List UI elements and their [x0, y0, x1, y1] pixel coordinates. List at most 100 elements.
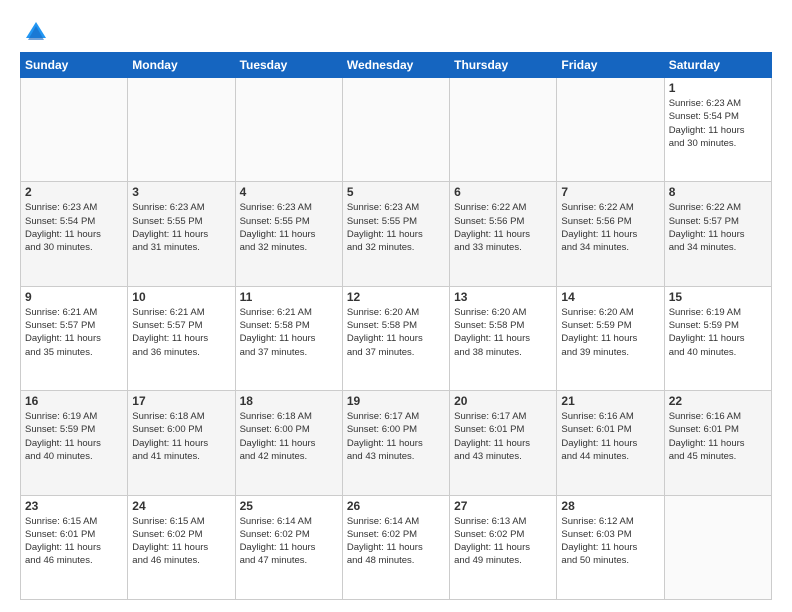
calendar-cell: 22 Sunrise: 6:16 AMSunset: 6:01 PMDayligh… — [664, 391, 771, 495]
calendar-table: SundayMondayTuesdayWednesdayThursdayFrid… — [20, 52, 772, 600]
calendar-cell: 3 Sunrise: 6:23 AMSunset: 5:55 PMDaylight… — [128, 182, 235, 286]
header — [20, 16, 772, 44]
calendar-cell: 4 Sunrise: 6:23 AMSunset: 5:55 PMDaylight… — [235, 182, 342, 286]
day-info: Sunrise: 6:14 AMSunset: 6:02 PMDaylight:… — [347, 515, 445, 568]
day-number: 13 — [454, 290, 552, 304]
day-info: Sunrise: 6:14 AMSunset: 6:02 PMDaylight:… — [240, 515, 338, 568]
day-info: Sunrise: 6:16 AMSunset: 6:01 PMDaylight:… — [561, 410, 659, 463]
day-info: Sunrise: 6:23 AMSunset: 5:55 PMDaylight:… — [240, 201, 338, 254]
calendar-week-2: 9 Sunrise: 6:21 AMSunset: 5:57 PMDaylight… — [21, 286, 772, 390]
day-info: Sunrise: 6:20 AMSunset: 5:58 PMDaylight:… — [454, 306, 552, 359]
calendar-cell: 15 Sunrise: 6:19 AMSunset: 5:59 PMDayligh… — [664, 286, 771, 390]
day-number: 16 — [25, 394, 123, 408]
calendar-header-tuesday: Tuesday — [235, 53, 342, 78]
day-number: 12 — [347, 290, 445, 304]
day-info: Sunrise: 6:20 AMSunset: 5:58 PMDaylight:… — [347, 306, 445, 359]
calendar-header-row: SundayMondayTuesdayWednesdayThursdayFrid… — [21, 53, 772, 78]
day-info: Sunrise: 6:23 AMSunset: 5:54 PMDaylight:… — [25, 201, 123, 254]
day-info: Sunrise: 6:21 AMSunset: 5:57 PMDaylight:… — [25, 306, 123, 359]
calendar-cell: 10 Sunrise: 6:21 AMSunset: 5:57 PMDayligh… — [128, 286, 235, 390]
calendar-cell: 23 Sunrise: 6:15 AMSunset: 6:01 PMDayligh… — [21, 495, 128, 599]
calendar-cell — [450, 78, 557, 182]
day-number: 4 — [240, 185, 338, 199]
day-info: Sunrise: 6:21 AMSunset: 5:57 PMDaylight:… — [132, 306, 230, 359]
day-number: 17 — [132, 394, 230, 408]
logo — [20, 16, 50, 44]
calendar-cell: 17 Sunrise: 6:18 AMSunset: 6:00 PMDayligh… — [128, 391, 235, 495]
day-info: Sunrise: 6:15 AMSunset: 6:02 PMDaylight:… — [132, 515, 230, 568]
day-number: 27 — [454, 499, 552, 513]
calendar-week-0: 1 Sunrise: 6:23 AMSunset: 5:54 PMDaylight… — [21, 78, 772, 182]
day-info: Sunrise: 6:20 AMSunset: 5:59 PMDaylight:… — [561, 306, 659, 359]
day-number: 25 — [240, 499, 338, 513]
day-number: 9 — [25, 290, 123, 304]
calendar-cell — [235, 78, 342, 182]
day-number: 5 — [347, 185, 445, 199]
calendar-cell: 11Sunrise: 6:21 AMSunset: 5:58 PMDayligh… — [235, 286, 342, 390]
page: SundayMondayTuesdayWednesdayThursdayFrid… — [0, 0, 792, 612]
day-info: Sunrise: 6:12 AMSunset: 6:03 PMDaylight:… — [561, 515, 659, 568]
calendar-cell: 7 Sunrise: 6:22 AMSunset: 5:56 PMDaylight… — [557, 182, 664, 286]
day-number: 21 — [561, 394, 659, 408]
day-info: Sunrise: 6:17 AMSunset: 6:01 PMDaylight:… — [454, 410, 552, 463]
logo-icon — [22, 16, 50, 44]
calendar-week-3: 16 Sunrise: 6:19 AMSunset: 5:59 PMDayligh… — [21, 391, 772, 495]
day-info: Sunrise: 6:22 AMSunset: 5:56 PMDaylight:… — [454, 201, 552, 254]
calendar-cell — [342, 78, 449, 182]
calendar-cell: 21 Sunrise: 6:16 AMSunset: 6:01 PMDayligh… — [557, 391, 664, 495]
day-number: 28 — [561, 499, 659, 513]
day-number: 22 — [669, 394, 767, 408]
day-number: 23 — [25, 499, 123, 513]
day-info: Sunrise: 6:17 AMSunset: 6:00 PMDaylight:… — [347, 410, 445, 463]
day-number: 11 — [240, 290, 338, 304]
day-info: Sunrise: 6:22 AMSunset: 5:56 PMDaylight:… — [561, 201, 659, 254]
day-info: Sunrise: 6:23 AMSunset: 5:55 PMDaylight:… — [132, 201, 230, 254]
day-info: Sunrise: 6:15 AMSunset: 6:01 PMDaylight:… — [25, 515, 123, 568]
calendar-header-friday: Friday — [557, 53, 664, 78]
calendar-cell: 12 Sunrise: 6:20 AMSunset: 5:58 PMDayligh… — [342, 286, 449, 390]
day-number: 15 — [669, 290, 767, 304]
day-number: 24 — [132, 499, 230, 513]
day-number: 19 — [347, 394, 445, 408]
calendar-week-1: 2 Sunrise: 6:23 AMSunset: 5:54 PMDaylight… — [21, 182, 772, 286]
day-info: Sunrise: 6:18 AMSunset: 6:00 PMDaylight:… — [240, 410, 338, 463]
day-info: Sunrise: 6:19 AMSunset: 5:59 PMDaylight:… — [25, 410, 123, 463]
calendar-cell: 2 Sunrise: 6:23 AMSunset: 5:54 PMDaylight… — [21, 182, 128, 286]
calendar-cell: 18 Sunrise: 6:18 AMSunset: 6:00 PMDayligh… — [235, 391, 342, 495]
day-info: Sunrise: 6:19 AMSunset: 5:59 PMDaylight:… — [669, 306, 767, 359]
day-info: Sunrise: 6:23 AMSunset: 5:54 PMDaylight:… — [669, 97, 767, 150]
calendar-week-4: 23 Sunrise: 6:15 AMSunset: 6:01 PMDayligh… — [21, 495, 772, 599]
day-number: 10 — [132, 290, 230, 304]
day-number: 1 — [669, 81, 767, 95]
calendar-cell: 8Sunrise: 6:22 AMSunset: 5:57 PMDaylight… — [664, 182, 771, 286]
calendar-cell — [128, 78, 235, 182]
calendar-cell: 5Sunrise: 6:23 AMSunset: 5:55 PMDaylight… — [342, 182, 449, 286]
day-number: 20 — [454, 394, 552, 408]
day-info: Sunrise: 6:18 AMSunset: 6:00 PMDaylight:… — [132, 410, 230, 463]
day-info: Sunrise: 6:16 AMSunset: 6:01 PMDaylight:… — [669, 410, 767, 463]
day-number: 14 — [561, 290, 659, 304]
calendar-cell: 26Sunrise: 6:14 AMSunset: 6:02 PMDayligh… — [342, 495, 449, 599]
calendar-cell — [557, 78, 664, 182]
calendar-cell: 16 Sunrise: 6:19 AMSunset: 5:59 PMDayligh… — [21, 391, 128, 495]
calendar-header-wednesday: Wednesday — [342, 53, 449, 78]
day-number: 7 — [561, 185, 659, 199]
calendar-header-thursday: Thursday — [450, 53, 557, 78]
day-number: 8 — [669, 185, 767, 199]
calendar-cell: 19 Sunrise: 6:17 AMSunset: 6:00 PMDayligh… — [342, 391, 449, 495]
calendar-cell: 25 Sunrise: 6:14 AMSunset: 6:02 PMDayligh… — [235, 495, 342, 599]
day-number: 3 — [132, 185, 230, 199]
calendar-cell: 24 Sunrise: 6:15 AMSunset: 6:02 PMDayligh… — [128, 495, 235, 599]
calendar-cell: 13 Sunrise: 6:20 AMSunset: 5:58 PMDayligh… — [450, 286, 557, 390]
calendar-cell: 6 Sunrise: 6:22 AMSunset: 5:56 PMDaylight… — [450, 182, 557, 286]
calendar-header-monday: Monday — [128, 53, 235, 78]
day-number: 2 — [25, 185, 123, 199]
calendar-cell: 1 Sunrise: 6:23 AMSunset: 5:54 PMDaylight… — [664, 78, 771, 182]
calendar-header-sunday: Sunday — [21, 53, 128, 78]
day-info: Sunrise: 6:13 AMSunset: 6:02 PMDaylight:… — [454, 515, 552, 568]
calendar-cell: 27 Sunrise: 6:13 AMSunset: 6:02 PMDayligh… — [450, 495, 557, 599]
day-number: 18 — [240, 394, 338, 408]
calendar-cell: 28 Sunrise: 6:12 AMSunset: 6:03 PMDayligh… — [557, 495, 664, 599]
day-number: 6 — [454, 185, 552, 199]
calendar-cell: 20 Sunrise: 6:17 AMSunset: 6:01 PMDayligh… — [450, 391, 557, 495]
